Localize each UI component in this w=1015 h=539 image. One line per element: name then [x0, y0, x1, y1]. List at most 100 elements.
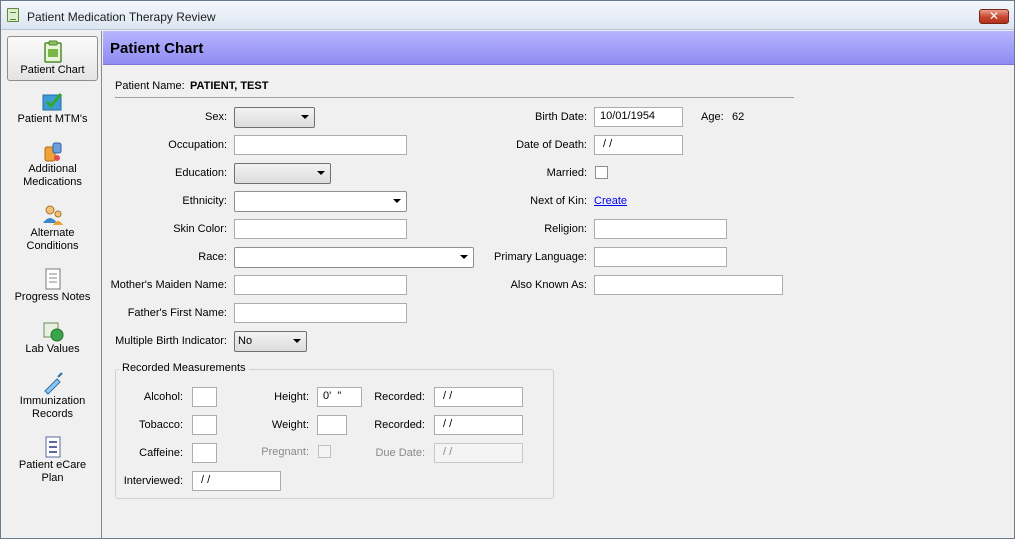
- ethnicity-select[interactable]: [234, 191, 407, 212]
- married-checkbox[interactable]: [595, 166, 608, 179]
- medications-icon: [44, 142, 61, 162]
- sidebar-item-label: Alternate: [30, 227, 75, 239]
- pregnant-label: Pregnant:: [261, 446, 309, 458]
- married-label: Married:: [546, 167, 587, 179]
- due-date-label: Due Date:: [375, 447, 425, 459]
- caffeine-field[interactable]: [192, 443, 217, 463]
- sidebar-item-immunization-records[interactable]: Immunization Records: [7, 371, 98, 423]
- next-of-kin-create-link[interactable]: Create: [594, 195, 627, 207]
- chevron-down-icon: [301, 115, 309, 119]
- sidebar-item-label: Progress Notes: [14, 291, 91, 303]
- height-recorded-label: Recorded:: [374, 391, 425, 403]
- people-icon: [42, 205, 63, 225]
- sidebar-item-alternate-conditions[interactable]: Alternate Conditions: [7, 203, 98, 255]
- recorded-measurements-legend: Recorded Measurements: [119, 362, 249, 374]
- multiple-birth-select-value: No: [238, 335, 253, 347]
- sex-label: Sex:: [204, 111, 227, 123]
- religion-label: Religion:: [544, 223, 587, 235]
- pregnant-checkbox[interactable]: [318, 445, 331, 458]
- lab-flask-icon: [43, 322, 63, 342]
- sidebar-item-label: Medications: [23, 176, 82, 188]
- date-of-death-field[interactable]: / /: [594, 135, 683, 155]
- caffeine-label: Caffeine:: [139, 447, 183, 459]
- header-divider: [115, 97, 794, 98]
- title-bar: Patient Medication Therapy Review ✕: [1, 1, 1014, 30]
- age-value: 62: [732, 111, 745, 123]
- sidebar-item-additional-medications[interactable]: Additional Medications: [7, 139, 98, 191]
- also-known-as-label: Also Known As:: [510, 279, 587, 291]
- sidebar-item-label: Records: [32, 408, 73, 420]
- document-icon: [45, 268, 60, 290]
- sidebar-item-label: Patient MTM's: [17, 113, 88, 125]
- mothers-maiden-name-field[interactable]: [234, 275, 407, 295]
- height-recorded-field[interactable]: / /: [434, 387, 523, 407]
- birth-date-label: Birth Date:: [535, 111, 587, 123]
- close-button[interactable]: ✕: [979, 9, 1009, 24]
- next-of-kin-label: Next of Kin:: [530, 195, 587, 207]
- fathers-first-name-field[interactable]: [234, 303, 407, 323]
- care-plan-icon: [45, 436, 60, 458]
- due-date-field[interactable]: / /: [434, 443, 523, 463]
- date-of-death-label: Date of Death:: [516, 139, 587, 151]
- checklist-icon: [42, 93, 62, 111]
- age-label: Age:: [701, 111, 724, 123]
- birth-date-field[interactable]: 10/01/1954: [594, 107, 683, 127]
- sex-select[interactable]: [234, 107, 315, 128]
- app-clipboard-icon: [7, 8, 19, 22]
- weight-field[interactable]: [317, 415, 347, 435]
- height-label: Height:: [274, 391, 309, 403]
- sidebar-item-progress-notes[interactable]: Progress Notes: [7, 267, 98, 307]
- sidebar-item-label: Immunization: [19, 395, 86, 407]
- patient-name-label: Patient Name:: [115, 80, 185, 92]
- window-title: Patient Medication Therapy Review: [27, 10, 216, 24]
- alcohol-field[interactable]: [192, 387, 217, 407]
- chevron-down-icon: [293, 339, 301, 343]
- interviewed-field[interactable]: / /: [192, 471, 281, 491]
- weight-recorded-field[interactable]: / /: [434, 415, 523, 435]
- weight-label: Weight:: [271, 419, 309, 431]
- religion-field[interactable]: [594, 219, 727, 239]
- education-label: Education:: [175, 167, 227, 179]
- patient-name-value: PATIENT, TEST: [190, 80, 269, 92]
- sidebar-item-label: Plan: [41, 472, 64, 484]
- app-window: Patient Medication Therapy Review ✕ Pati…: [0, 0, 1015, 539]
- skin-color-label: Skin Color:: [173, 223, 227, 235]
- tobacco-label: Tobacco:: [138, 419, 183, 431]
- race-label: Race:: [198, 251, 227, 263]
- chevron-down-icon: [460, 255, 468, 259]
- multiple-birth-select[interactable]: No: [234, 331, 307, 352]
- sidebar-item-patient-ecare-plan[interactable]: Patient eCare Plan: [7, 435, 98, 487]
- sidebar-item-label: Patient Chart: [20, 64, 85, 76]
- sidebar-item-label: Patient eCare: [18, 459, 87, 471]
- page-title: Patient Chart: [110, 40, 204, 57]
- height-field[interactable]: 0' ": [317, 387, 362, 407]
- primary-language-field[interactable]: [594, 247, 727, 267]
- primary-language-label: Primary Language:: [494, 251, 587, 263]
- weight-recorded-label: Recorded:: [374, 419, 425, 431]
- page-header: Patient Chart: [103, 31, 1014, 65]
- fathers-first-name-label: Father's First Name:: [127, 307, 227, 319]
- interviewed-label: Interviewed:: [123, 475, 183, 487]
- syringe-icon: [43, 372, 63, 395]
- sidebar-item-label: Additional: [28, 163, 77, 175]
- ethnicity-label: Ethnicity:: [182, 195, 227, 207]
- mothers-maiden-name-label: Mother's Maiden Name:: [110, 279, 227, 291]
- sidebar-item-patient-mtms[interactable]: Patient MTM's: [7, 89, 98, 129]
- education-select[interactable]: [234, 163, 331, 184]
- occupation-field[interactable]: [234, 135, 407, 155]
- alcohol-label: Alcohol:: [143, 391, 183, 403]
- sidebar-item-label: Lab Values: [25, 343, 80, 355]
- chevron-down-icon: [393, 199, 401, 203]
- multiple-birth-label: Multiple Birth Indicator:: [115, 335, 227, 347]
- tobacco-field[interactable]: [192, 415, 217, 435]
- skin-color-field[interactable]: [234, 219, 407, 239]
- sidebar-item-lab-values[interactable]: Lab Values: [7, 319, 98, 359]
- chevron-down-icon: [317, 171, 325, 175]
- clipboard-icon: [43, 40, 62, 63]
- also-known-as-field[interactable]: [594, 275, 783, 295]
- occupation-label: Occupation:: [168, 139, 227, 151]
- content-panel: Patient Chart Patient Name: PATIENT, TES…: [103, 31, 1014, 538]
- race-select[interactable]: [234, 247, 474, 268]
- sidebar: Patient Chart Patient MTM's Additional M…: [1, 31, 102, 538]
- sidebar-item-patient-chart[interactable]: Patient Chart: [7, 36, 98, 81]
